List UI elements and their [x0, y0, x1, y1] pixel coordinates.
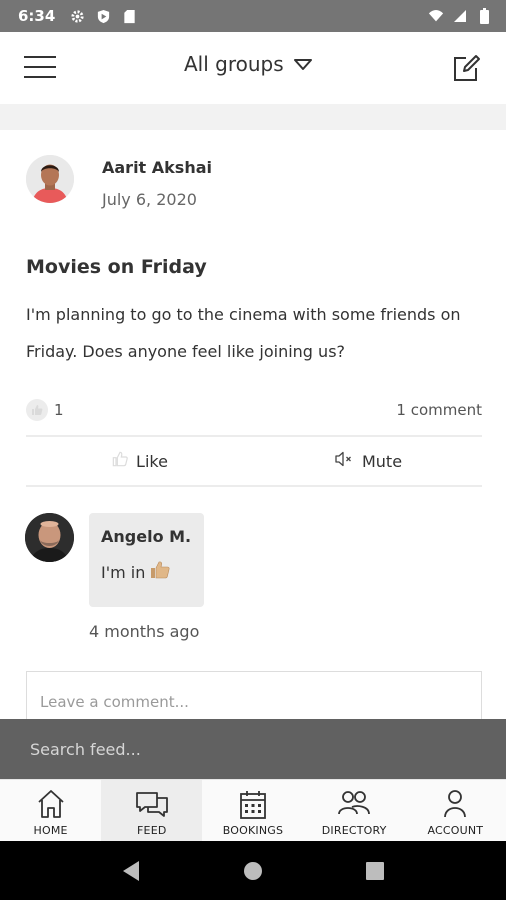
nav-item-bookings[interactable]: BOOKINGS [202, 780, 303, 841]
comment-text: I'm in [101, 560, 192, 584]
status-icons-left [69, 8, 137, 24]
mute-button[interactable]: Mute [254, 437, 482, 485]
mute-label: Mute [361, 451, 403, 471]
calendar-icon [235, 786, 271, 822]
sd-card-icon [121, 8, 137, 24]
thumbs-up-icon [112, 451, 128, 471]
reactions-row: 1 1 comment [26, 398, 482, 422]
thumbs-up-emoji-icon [149, 560, 171, 584]
search-bar [0, 719, 506, 779]
signal-icon [452, 8, 468, 24]
recents-icon[interactable] [362, 858, 388, 884]
comment-count[interactable]: 1 comment [396, 401, 482, 419]
settings-icon [69, 8, 85, 24]
status-time: 6:34 [18, 7, 56, 25]
nav-item-feed[interactable]: FEED [101, 780, 203, 841]
nav-item-directory[interactable]: DIRECTORY [304, 780, 405, 841]
bottom-nav: HOME FEED BOOKINGS DIRECTORY ACCOUNT [0, 779, 506, 841]
post-title: Movies on Friday [26, 256, 207, 278]
like-count[interactable]: 1 [54, 401, 64, 419]
back-icon[interactable] [118, 858, 144, 884]
like-label: Like [136, 451, 168, 471]
account-icon [437, 786, 473, 822]
comment-bubble: Angelo M. I'm in [89, 513, 204, 607]
wifi-icon [428, 8, 444, 24]
feed-icon [134, 786, 170, 822]
battery-icon [476, 8, 492, 24]
app-bar: All groups [0, 32, 506, 104]
people-icon [336, 786, 372, 822]
post-card: Aarit Akshai July 6, 2020 Movies on Frid… [0, 130, 506, 731]
nav-label-feed: FEED [137, 824, 167, 837]
nav-label-home: HOME [33, 824, 68, 837]
like-badge-icon [26, 399, 48, 421]
nav-label-directory: DIRECTORY [321, 824, 387, 837]
system-nav-bar [0, 841, 506, 900]
commenter-avatar[interactable] [25, 513, 74, 562]
status-icons-right [428, 8, 492, 24]
nav-label-bookings: BOOKINGS [222, 824, 284, 837]
hamburger-menu-icon[interactable] [24, 56, 56, 80]
group-selector-label: All groups [184, 52, 284, 76]
comment-text-content: I'm in [101, 562, 146, 582]
post-body: I'm planning to go to the cinema with so… [26, 305, 461, 361]
home-circle-icon[interactable] [240, 858, 266, 884]
chevron-down-icon [293, 52, 312, 76]
comment-time: 4 months ago [89, 622, 200, 641]
nav-label-account: ACCOUNT [427, 824, 484, 837]
post-actions: Like Mute [26, 437, 482, 485]
like-button[interactable]: Like [26, 437, 254, 485]
comment-author[interactable]: Angelo M. [101, 527, 192, 546]
nav-item-account[interactable]: ACCOUNT [405, 780, 506, 841]
post-date: July 6, 2020 [102, 190, 197, 209]
shield-icon [95, 8, 111, 24]
group-selector[interactable]: All groups [184, 52, 312, 76]
status-bar: 6:34 [0, 0, 506, 32]
search-feed-input[interactable] [0, 719, 506, 779]
compose-icon[interactable] [450, 52, 482, 84]
mute-icon [334, 451, 354, 471]
home-icon [33, 786, 69, 822]
nav-item-home[interactable]: HOME [0, 780, 101, 841]
author-avatar[interactable] [26, 155, 74, 203]
divider [26, 485, 482, 487]
feed-separator [0, 104, 506, 130]
author-name[interactable]: Aarit Akshai [102, 158, 212, 177]
